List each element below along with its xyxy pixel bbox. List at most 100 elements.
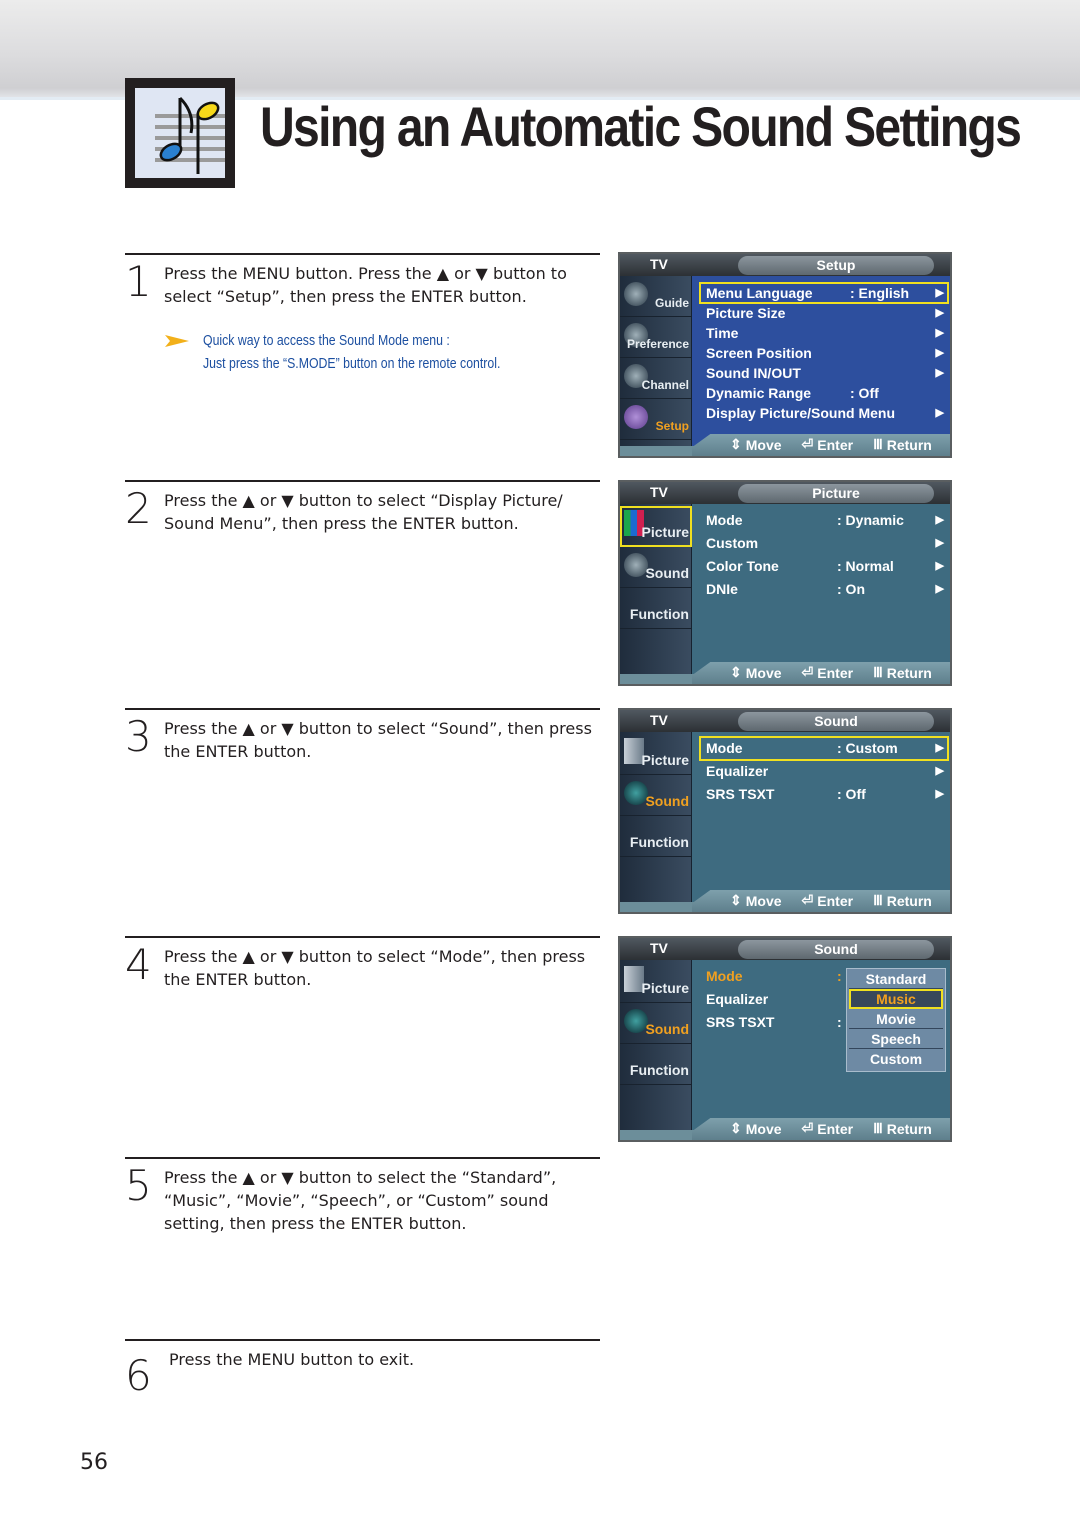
osd-tv-label: TV (650, 484, 668, 500)
sidebar-label: Function (629, 834, 689, 850)
row-label: Picture Size (706, 305, 786, 321)
enter-icon: ⏎ (801, 664, 814, 680)
step-4: 4 Press the ▲ or ▼ button to select “Mod… (125, 936, 600, 1156)
sidebar-item-function[interactable]: Function (620, 588, 692, 629)
page-number: 56 (80, 1450, 108, 1475)
nav-return: Ⅲ Return (873, 1120, 932, 1137)
row-label: Screen Position (706, 345, 812, 361)
menu-row-screen-position[interactable]: Screen Position ▶ (700, 343, 948, 363)
nav-move: ⇕ Move (730, 892, 782, 909)
osd-sidebar: Picture Sound Function (620, 504, 692, 684)
option-custom[interactable]: Custom (849, 1049, 943, 1069)
menu-row-dynamic-range[interactable]: Dynamic Range : Off (700, 383, 948, 403)
arrow-right-icon: ▶ (935, 560, 944, 572)
sidebar-item-channel[interactable]: Channel (620, 358, 692, 399)
nav-enter: ⏎ Enter (802, 1120, 854, 1137)
sidebar-item-sound[interactable]: Sound (620, 775, 692, 816)
osd-menu-rows: Mode : Dynamic ▶ Custom ▶ Color Tone : N… (700, 509, 948, 601)
osd-menu-title: Sound (738, 940, 934, 959)
enter-icon: ⏎ (801, 436, 814, 452)
nav-return-label: Return (886, 892, 932, 909)
sidebar-label: Function (629, 606, 689, 622)
nav-move-label: Move (745, 436, 782, 453)
sidebar-item-function[interactable]: Function (620, 816, 692, 857)
menu-row-mode[interactable]: Mode : Custom ▶ (699, 736, 949, 761)
osd-setup-menu: TV Setup Guide Preference Channel Setup … (618, 252, 952, 458)
menu-row-equalizer[interactable]: Equalizer ▶ (700, 760, 948, 783)
nav-enter-label: Enter (817, 1120, 854, 1137)
step-6: 6 Press the MENU button to exit. (125, 1339, 600, 1419)
return-icon: Ⅲ (873, 1120, 883, 1136)
sidebar-label: Guide (654, 296, 689, 310)
option-music[interactable]: Music (849, 989, 943, 1009)
arrow-right-icon: ▶ (935, 407, 944, 419)
sidebar-label: Picture (641, 752, 689, 768)
osd-menu-title: Sound (738, 712, 934, 731)
menu-row-time[interactable]: Time ▶ (700, 323, 948, 343)
row-label: Menu Language (706, 285, 813, 301)
row-value: : Off (837, 786, 866, 802)
menu-row-color-tone[interactable]: Color Tone : Normal ▶ (700, 555, 948, 578)
osd-sound-mode-menu: TV Sound Picture Sound Function Mode : E… (618, 936, 952, 1142)
sidebar-item-function[interactable]: Function (620, 1044, 692, 1085)
row-label: Time (706, 325, 739, 341)
step-number: 4 (125, 940, 152, 989)
row-label: Dynamic Range (706, 385, 812, 401)
setup-icon (624, 405, 648, 429)
page-title: Using an Automatic Sound Settings (260, 95, 1022, 158)
sidebar-item-sound[interactable]: Sound (620, 547, 692, 588)
osd-nav-hints: ⇕ Move ⏎ Enter Ⅲ Return (730, 892, 932, 909)
sidebar-item-setup[interactable]: Setup (620, 399, 692, 440)
enter-icon: ⏎ (801, 1120, 814, 1136)
arrow-right-icon: ▶ (935, 742, 944, 754)
option-standard[interactable]: Standard (849, 969, 943, 989)
step-text: Press the ▲ or ▼ button to select “Mode”… (164, 947, 586, 989)
menu-row-menu-language[interactable]: Menu Language : English ▶ (699, 282, 949, 304)
step-3: 3 Press the ▲ or ▼ button to select “Sou… (125, 708, 600, 928)
menu-row-mode[interactable]: Mode : Dynamic ▶ (700, 509, 948, 532)
menu-row-sound-in-out[interactable]: Sound IN/OUT ▶ (700, 363, 948, 383)
option-movie[interactable]: Movie (849, 1009, 943, 1029)
sidebar-item-sound[interactable]: Sound (620, 1003, 692, 1044)
osd-picture-menu: TV Picture Picture Sound Function Mode :… (618, 480, 952, 686)
nav-enter-label: Enter (817, 436, 854, 453)
menu-row-picture-size[interactable]: Picture Size ▶ (700, 303, 948, 323)
nav-move: ⇕ Move (730, 1120, 782, 1137)
arrow-right-icon: ▶ (935, 347, 944, 359)
menu-row-display-picture-sound[interactable]: Display Picture/Sound Menu ▶ (700, 403, 948, 423)
step-1: 1 Press the MENU button. Press the ▲ or … (125, 253, 600, 473)
sidebar-item-guide[interactable]: Guide (620, 276, 692, 317)
arrow-right-icon: ▶ (935, 367, 944, 379)
menu-row-custom[interactable]: Custom ▶ (700, 532, 948, 555)
step-number: 2 (125, 484, 152, 533)
osd-sidebar: Picture Sound Function (620, 960, 692, 1140)
menu-row-dnie[interactable]: DNIe : On ▶ (700, 578, 948, 601)
step-5: 5 Press the ▲ or ▼ button to select the … (125, 1157, 600, 1337)
row-label: Color Tone (706, 558, 779, 574)
sidebar-label: Function (629, 1062, 689, 1078)
up-down-icon: ⇕ (730, 1120, 742, 1136)
osd-tv-label: TV (650, 256, 668, 272)
row-value: : (837, 968, 842, 984)
row-label: Sound IN/OUT (706, 365, 801, 381)
step-text: Press the ▲ or ▼ button to select “Displ… (164, 491, 563, 533)
arrow-right-icon: ▶ (935, 514, 944, 526)
nav-return: Ⅲ Return (873, 892, 932, 909)
sidebar-item-picture[interactable]: Picture (620, 734, 692, 775)
return-icon: Ⅲ (873, 436, 883, 452)
row-value: : English (850, 285, 910, 301)
step-text: Press the ▲ or ▼ button to select “Sound… (164, 719, 592, 761)
menu-row-srs-tsxt[interactable]: SRS TSXT : Off ▶ (700, 783, 948, 806)
sidebar-item-picture[interactable]: Picture (620, 962, 692, 1003)
option-speech[interactable]: Speech (849, 1029, 943, 1049)
row-value: : Off (850, 385, 879, 401)
step-2: 2 Press the ▲ or ▼ button to select “Dis… (125, 480, 600, 700)
sidebar-item-picture[interactable]: Picture (620, 506, 692, 547)
sidebar-item-preference[interactable]: Preference (620, 317, 692, 358)
up-down-icon: ⇕ (730, 892, 742, 908)
nav-enter: ⏎ Enter (802, 436, 854, 453)
step-number: 3 (125, 712, 152, 761)
sidebar-label: Channel (641, 378, 689, 392)
speaker-icon (624, 781, 648, 805)
arrow-right-icon (165, 335, 189, 347)
